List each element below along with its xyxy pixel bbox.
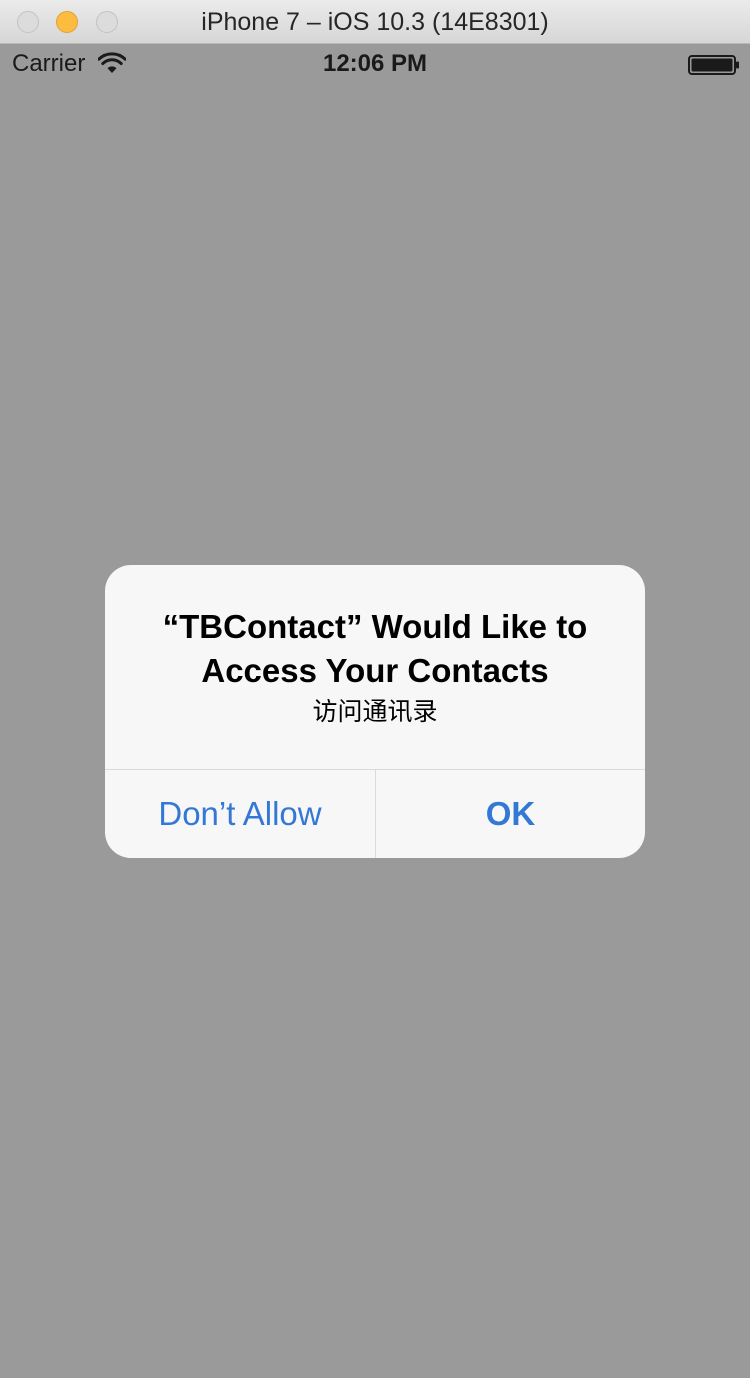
battery-icon bbox=[688, 55, 739, 75]
dont-allow-button[interactable]: Don’t Allow bbox=[105, 770, 375, 858]
ios-status-bar: Carrier 12:06 PM bbox=[0, 44, 750, 86]
alert-message: 访问通讯录 bbox=[312, 698, 438, 726]
alert-title: “TBContact” Would Like to Access Your Co… bbox=[162, 608, 588, 689]
window-title: iPhone 7 – iOS 10.3 (14E8301) bbox=[201, 8, 549, 36]
status-clock: 12:06 PM bbox=[322, 50, 428, 77]
ok-button[interactable]: OK bbox=[376, 770, 645, 858]
permission-alert-dialog: “TBContact” Would Like to Access Your Co… bbox=[105, 565, 645, 858]
simulator-window: iPhone 7 – iOS 10.3 (14E8301) Carrier 12… bbox=[0, 0, 750, 1378]
window-titlebar: iPhone 7 – iOS 10.3 (14E8301) bbox=[0, 0, 750, 44]
